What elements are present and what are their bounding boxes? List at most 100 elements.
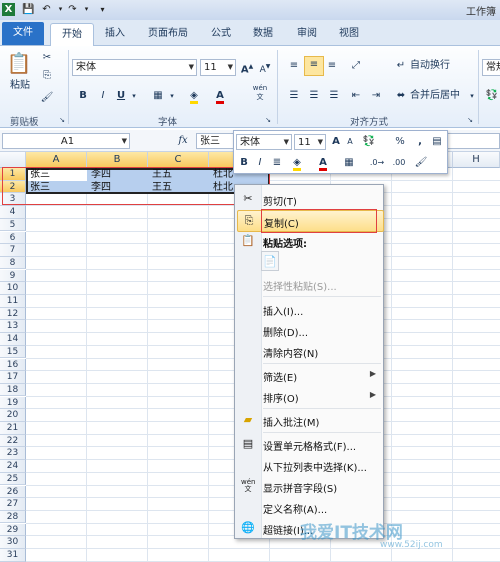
fill-color-icon[interactable]: ◈: [186, 88, 202, 104]
insert-function-icon[interactable]: fx: [176, 133, 190, 149]
phonetic-icon[interactable]: wén 文: [250, 84, 270, 102]
underline-dropdown-icon[interactable]: ▾: [130, 88, 138, 104]
bold-button[interactable]: B: [76, 88, 90, 104]
alignment-launcher-icon[interactable]: ↘: [466, 112, 474, 128]
row-header[interactable]: 8: [0, 256, 26, 270]
format-painter-icon[interactable]: 🖌: [40, 90, 54, 106]
increase-decimal-icon[interactable]: .0→: [368, 155, 386, 171]
name-box[interactable]: A1 ▼: [2, 133, 130, 149]
cell-b1[interactable]: 李四: [89, 169, 111, 181]
menu-item-format-cells[interactable]: ▤ 设置单元格格式(F)...: [237, 434, 382, 454]
border-dropdown-icon[interactable]: ▾: [168, 88, 176, 104]
column-header[interactable]: C: [148, 152, 209, 168]
row-header[interactable]: 15: [0, 345, 26, 359]
row-header[interactable]: 11: [0, 295, 26, 308]
clipboard-launcher-icon[interactable]: ↘: [58, 112, 66, 128]
font-name-combo[interactable]: 宋体 ▼: [72, 59, 197, 76]
menu-item-insert-comment[interactable]: ▰ 插入批注(M): [237, 410, 382, 430]
row-header[interactable]: 4: [0, 206, 26, 219]
undo-icon[interactable]: ↶: [40, 3, 53, 16]
cell-d1[interactable]: 杜北: [211, 169, 233, 181]
menu-item-filter[interactable]: 筛选(E) ▶: [237, 365, 382, 385]
row-header[interactable]: 18: [0, 383, 26, 397]
redo-dropdown-icon[interactable]: ▾: [80, 3, 93, 16]
align-left-icon[interactable]: ☰: [286, 88, 302, 104]
cell-b2[interactable]: 李四: [89, 182, 111, 194]
decrease-decimal-icon[interactable]: .00: [390, 155, 408, 171]
menu-item-delete[interactable]: 删除(D)...: [237, 320, 382, 340]
paste-option-icon[interactable]: 📄: [261, 251, 279, 271]
tab-view[interactable]: 视图: [332, 23, 366, 45]
tab-insert[interactable]: 插入: [98, 23, 132, 45]
shrink-font-icon[interactable]: A: [344, 134, 356, 150]
row-header[interactable]: 19: [0, 396, 26, 410]
grow-font-icon[interactable]: A: [330, 134, 342, 150]
format-painter-icon[interactable]: 🖌: [414, 155, 428, 171]
merge-center-icon[interactable]: ⬌: [394, 88, 408, 104]
row-header[interactable]: 30: [0, 536, 26, 549]
wrap-text-button[interactable]: 自动换行: [410, 58, 450, 74]
row-header[interactable]: 31: [0, 549, 26, 562]
row-header[interactable]: 23: [0, 447, 26, 460]
table-format-icon[interactable]: ▤: [430, 134, 444, 150]
accounting-format-icon[interactable]: 💱: [360, 134, 378, 150]
row-header[interactable]: 10: [0, 282, 26, 295]
row-header[interactable]: 28: [0, 510, 26, 524]
column-header[interactable]: A: [26, 152, 87, 168]
column-header[interactable]: B: [87, 152, 148, 168]
tab-data[interactable]: 数据: [246, 23, 280, 45]
row-header[interactable]: 20: [0, 409, 26, 422]
tab-review[interactable]: 审阅: [290, 23, 324, 45]
center-align-icon[interactable]: ≣: [270, 155, 284, 171]
row-header[interactable]: 13: [0, 320, 26, 333]
align-center-icon[interactable]: ☰: [306, 88, 322, 104]
align-top-icon[interactable]: ≡: [286, 58, 302, 74]
menu-item-cut[interactable]: ✂ 剪切(T): [237, 189, 382, 209]
cell-a1[interactable]: 张三: [28, 169, 50, 181]
italic-button[interactable]: I: [96, 88, 110, 104]
row-header[interactable]: 6: [0, 231, 26, 245]
grow-font-icon[interactable]: A▲: [240, 59, 254, 78]
menu-item-clear[interactable]: 清除内容(N): [237, 341, 382, 361]
font-color-icon[interactable]: A: [212, 88, 228, 104]
menu-item-pick-list[interactable]: 从下拉列表中选择(K)...: [237, 455, 382, 475]
chevron-down-icon[interactable]: ▼: [318, 135, 323, 150]
row-header[interactable]: 7: [0, 244, 26, 257]
border-icon[interactable]: ▦: [342, 155, 356, 171]
cell-c1[interactable]: 王五: [150, 169, 172, 181]
merge-center-button[interactable]: 合并后居中: [410, 88, 460, 104]
paste-button[interactable]: 粘贴: [6, 78, 34, 94]
row-header[interactable]: 24: [0, 460, 26, 473]
comma-style-button[interactable]: ,: [414, 134, 426, 150]
chevron-down-icon[interactable]: ▼: [189, 60, 194, 75]
row-header[interactable]: 27: [0, 498, 26, 511]
merge-dropdown-icon[interactable]: ▾: [468, 88, 476, 104]
chevron-down-icon[interactable]: ▼: [122, 134, 127, 149]
row-header[interactable]: 16: [0, 358, 26, 372]
row-header[interactable]: 5: [0, 218, 26, 232]
underline-button[interactable]: U: [114, 88, 128, 104]
save-icon[interactable]: 💾: [22, 3, 35, 16]
row-header[interactable]: 12: [0, 307, 26, 321]
cell-a2[interactable]: 张三: [28, 182, 50, 194]
tab-file[interactable]: 文件: [2, 22, 44, 45]
menu-item-insert[interactable]: 插入(I)...: [237, 299, 382, 319]
row-header[interactable]: 29: [0, 523, 26, 537]
customize-qat-icon[interactable]: ▾: [96, 3, 109, 16]
row-header[interactable]: 25: [0, 472, 26, 486]
select-all-corner[interactable]: [0, 152, 26, 168]
menu-item-phonetic[interactable]: wén 文 显示拼音字段(S): [237, 476, 382, 496]
paste-icon[interactable]: 📋: [6, 50, 32, 76]
tab-formulas[interactable]: 公式: [204, 23, 238, 45]
chevron-down-icon[interactable]: ▼: [228, 60, 233, 75]
font-size-combo[interactable]: 11 ▼: [200, 59, 236, 76]
border-icon[interactable]: ▦: [150, 88, 166, 104]
cut-icon[interactable]: ✂: [40, 50, 54, 66]
cell-d2[interactable]: 杜北: [211, 182, 233, 194]
percent-style-button[interactable]: %: [394, 134, 406, 150]
chevron-down-icon[interactable]: ▼: [284, 135, 289, 150]
row-header[interactable]: 17: [0, 371, 26, 384]
row-header[interactable]: 22: [0, 434, 26, 448]
align-bottom-icon[interactable]: ≡: [324, 58, 340, 74]
tab-page-layout[interactable]: 页面布局: [140, 23, 196, 45]
